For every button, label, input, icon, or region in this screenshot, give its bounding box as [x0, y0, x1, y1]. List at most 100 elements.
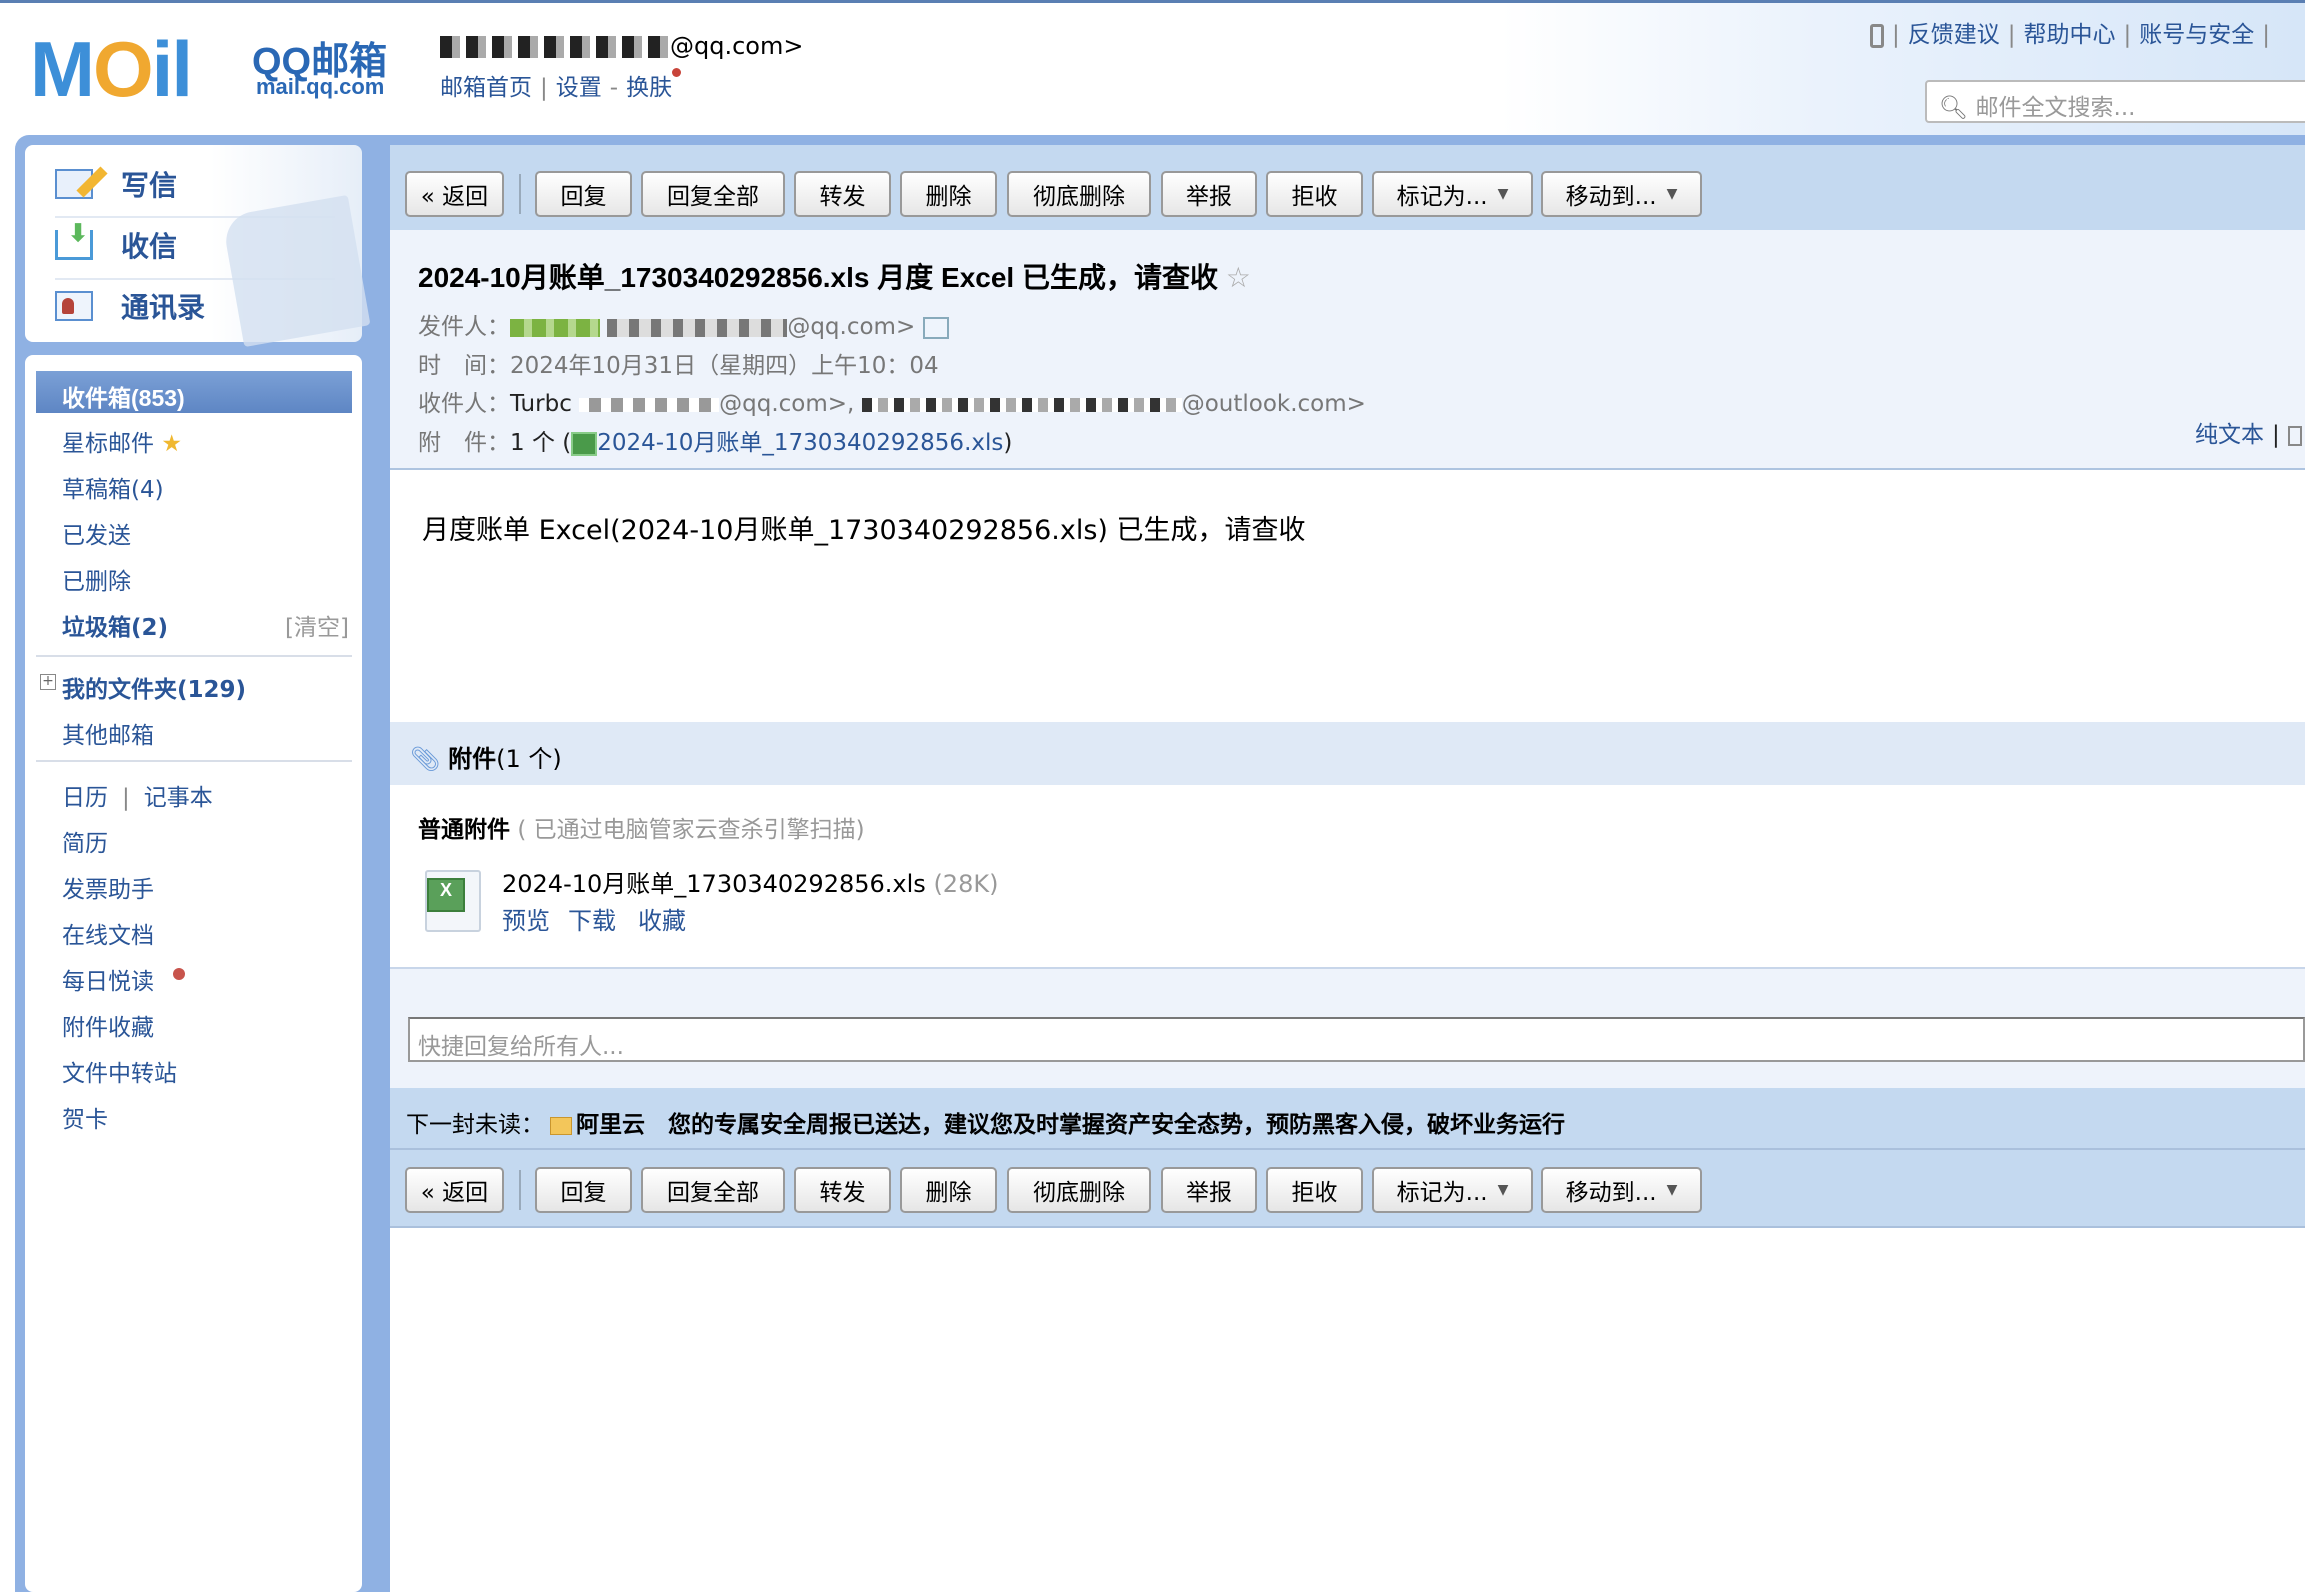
app-resume[interactable]: 简历 — [62, 824, 108, 858]
expand-icon[interactable]: + — [40, 674, 56, 690]
folder-inbox[interactable]: 收件箱(853) — [36, 371, 352, 413]
search-icon: 🔍︎ — [1939, 95, 1969, 121]
app-invoice[interactable]: 发票助手 — [62, 870, 154, 904]
next-unread-link[interactable]: 阿里云 您的专属安全周报已送达，建议您及时掌握资产安全态势，预防黑客入侵，破坏业… — [576, 1112, 1565, 1138]
preview-link[interactable]: 预览 — [502, 901, 550, 936]
reject-button[interactable]: 拒收 — [1266, 171, 1363, 217]
top-toolbar: « 返回 回复 回复全部 转发 删除 彻底删除 举报 拒收 标记为... ▼ 移动… — [390, 145, 2305, 230]
divider — [36, 760, 352, 762]
plain-text-link[interactable]: 纯文本 — [2195, 422, 2264, 448]
forward-button[interactable]: 转发 — [794, 171, 891, 217]
divider — [519, 174, 521, 214]
back-button[interactable]: « 返回 — [405, 1167, 504, 1213]
right-links: | 反馈建议 | 帮助中心 | 账号与安全 | — [1870, 15, 2278, 49]
mobile-icon[interactable] — [1870, 23, 1884, 48]
receive-button[interactable]: ⬇︎ 收信 — [55, 222, 177, 265]
attachment-actions: 预览 下载 收藏 — [502, 901, 686, 936]
redacted-text — [440, 36, 670, 58]
logo[interactable]: MOil — [30, 30, 193, 108]
folder-spam[interactable]: 垃圾箱(2) — [62, 608, 168, 642]
star-icon: ★ — [161, 431, 182, 457]
app-daily-reading[interactable]: 每日悦读 — [62, 962, 186, 996]
to-row: 收件人：Turbc @qq.com>, @outlook.com> — [418, 391, 1366, 417]
permanent-delete-button[interactable]: 彻底删除 — [1007, 1167, 1151, 1213]
inbox-download-icon: ⬇︎ — [55, 222, 93, 260]
other-mailbox[interactable]: 其他邮箱 — [62, 716, 154, 750]
report-button[interactable]: 举报 — [1161, 1167, 1257, 1213]
app-docs[interactable]: 在线文档 — [62, 916, 154, 950]
mark-as-dropdown[interactable]: 标记为... ▼ — [1372, 1167, 1533, 1213]
delete-button[interactable]: 删除 — [900, 1167, 997, 1213]
attachment-type: 普通附件 ( 已通过电脑管家云查杀引擎扫描) — [418, 817, 865, 843]
download-link[interactable]: 下载 — [568, 901, 616, 936]
next-unread-bar: 下一封未读： 阿里云 您的专属安全周报已送达，建议您及时掌握资产安全态势，预防黑客… — [390, 1088, 2305, 1150]
app-file-transfer[interactable]: 文件中转站 — [62, 1054, 177, 1088]
feedback-link[interactable]: 反馈建议 — [1908, 22, 2000, 48]
account-security-link[interactable]: 账号与安全 — [2139, 22, 2254, 48]
folder-deleted[interactable]: 已删除 — [62, 562, 131, 596]
reply-all-button[interactable]: 回复全部 — [641, 1167, 785, 1213]
permanent-delete-button[interactable]: 彻底删除 — [1007, 171, 1151, 217]
caret-down-icon: ▼ — [1497, 186, 1509, 202]
envelope-icon — [550, 1116, 572, 1135]
attachment-file: 2024-10月账单_1730340292856.xls (28K) — [502, 870, 999, 898]
app-attachment-favorites[interactable]: 附件收藏 — [62, 1008, 154, 1042]
save-to-favorites-link[interactable]: 收藏 — [638, 901, 686, 936]
mail-home-link[interactable]: 邮箱首页 — [440, 75, 532, 101]
help-link[interactable]: 帮助中心 — [2024, 22, 2116, 48]
reject-button[interactable]: 拒收 — [1266, 1167, 1363, 1213]
view-options: 纯文本 | — [2195, 415, 2302, 449]
delete-button[interactable]: 删除 — [900, 171, 997, 217]
attachment-link[interactable]: 2024-10月账单_1730340292856.xls — [597, 430, 1003, 456]
attachment-row: 附 件：1 个 (2024-10月账单_1730340292856.xls) — [418, 430, 1013, 456]
settings-link[interactable]: 设置 — [556, 75, 602, 101]
back-button[interactable]: « 返回 — [405, 171, 504, 217]
time-row: 时 间：2024年10月31日（星期四）上午10：04 — [418, 353, 939, 379]
folder-drafts[interactable]: 草稿箱(4) — [62, 470, 164, 504]
star-icon[interactable]: ☆ — [1226, 262, 1251, 293]
reply-all-button[interactable]: 回复全部 — [641, 171, 785, 217]
my-folders[interactable]: 我的文件夹(129) — [62, 670, 246, 704]
folder-starred[interactable]: 星标邮件 ★ — [62, 424, 182, 458]
contact-card-icon[interactable] — [922, 316, 949, 339]
caret-down-icon: ▼ — [1497, 1182, 1509, 1198]
redacted-text — [579, 397, 720, 412]
email-body: 月度账单 Excel(2024-10月账单_1730340292856.xls)… — [422, 515, 1306, 546]
excel-icon — [571, 431, 598, 456]
reply-button[interactable]: 回复 — [535, 171, 632, 217]
contacts-button[interactable]: 通讯录 — [55, 286, 205, 326]
quick-reply-input[interactable]: 快捷回复给所有人... — [408, 1017, 2305, 1062]
bottom-toolbar: « 返回 回复 回复全部 转发 删除 彻底删除 举报 拒收 标记为... ▼ 移动… — [390, 1150, 2305, 1228]
app-greeting-cards[interactable]: 贺卡 — [62, 1100, 108, 1134]
notepad-link[interactable]: 记事本 — [144, 785, 213, 811]
calendar-link[interactable]: 日历 — [62, 785, 108, 811]
excel-file-icon: X — [425, 870, 481, 932]
compose-button[interactable]: 写信 — [55, 164, 177, 204]
folder-sent[interactable]: 已发送 — [62, 516, 131, 550]
compose-icon — [55, 166, 108, 199]
redacted-text — [861, 397, 1182, 412]
calendar-notepad: 日历 | 记事本 — [62, 785, 213, 811]
empty-spam-button[interactable]: [清空] — [285, 608, 349, 642]
mark-as-dropdown[interactable]: 标记为... ▼ — [1372, 171, 1533, 217]
top-links: 邮箱首页 | 设置 - 换肤 — [440, 68, 682, 102]
from-row: 发件人： @qq.com> — [418, 307, 949, 341]
print-icon[interactable] — [2287, 425, 2302, 446]
skin-link[interactable]: 换肤 — [626, 75, 672, 101]
qq-penguin-stamp-icon — [221, 194, 371, 348]
redacted-text — [607, 318, 788, 337]
search-input[interactable]: 🔍︎ 邮件全文搜索... — [1925, 80, 2305, 123]
email-subject: 2024-10月账单_1730340292856.xls 月度 Excel 已生… — [418, 262, 1251, 293]
attachments-header: 📎︎ 附件(1 个) — [390, 722, 2305, 785]
move-to-dropdown[interactable]: 移动到... ▼ — [1541, 1167, 1702, 1213]
divider — [36, 655, 352, 657]
scan-note: ( 已通过电脑管家云查杀引擎扫描) — [517, 817, 865, 843]
redacted-text — [510, 318, 600, 337]
move-to-dropdown[interactable]: 移动到... ▼ — [1541, 171, 1702, 217]
reply-button[interactable]: 回复 — [535, 1167, 632, 1213]
report-button[interactable]: 举报 — [1161, 171, 1257, 217]
caret-down-icon: ▼ — [1666, 186, 1678, 202]
contacts-icon — [55, 291, 93, 321]
forward-button[interactable]: 转发 — [794, 1167, 891, 1213]
caret-down-icon: ▼ — [1666, 1182, 1678, 1198]
